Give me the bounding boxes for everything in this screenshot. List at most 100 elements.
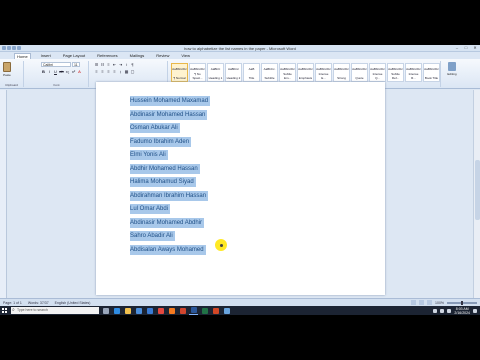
- web-layout-view-button[interactable]: [427, 300, 433, 305]
- document-page[interactable]: Hussein Mohamed Maxamad Abdinasir Mohame…: [96, 82, 385, 295]
- tab-review[interactable]: Review: [154, 53, 171, 58]
- font-name-select[interactable]: Calibri: [41, 62, 71, 67]
- strikethrough-button[interactable]: ab: [59, 69, 64, 74]
- style-sample: AaBbCcDc: [298, 67, 313, 71]
- list-item[interactable]: Abdinasir Mohamed Hassan: [130, 103, 210, 120]
- minimize-button[interactable]: –: [454, 46, 460, 50]
- font-color-button[interactable]: A: [77, 69, 82, 74]
- style-option[interactable]: AaBbCcDc Emphasis: [297, 63, 314, 82]
- bullets-icon[interactable]: ☰: [94, 62, 99, 67]
- tab-insert[interactable]: Insert: [39, 53, 53, 58]
- file-explorer-icon[interactable]: [123, 306, 132, 315]
- italic-button[interactable]: I: [47, 69, 52, 74]
- justify-icon[interactable]: ≡: [112, 69, 117, 74]
- full-screen-view-button[interactable]: [419, 300, 425, 305]
- list-item[interactable]: Halima Mohamud Siyad: [130, 170, 210, 187]
- style-option[interactable]: AaBbCcDc Intense R...: [405, 63, 422, 82]
- photos-icon[interactable]: [222, 306, 231, 315]
- list-item[interactable]: Osman Abukar Ali: [130, 116, 210, 133]
- sort-icon[interactable]: ↕: [124, 62, 129, 67]
- tab-references[interactable]: References: [95, 53, 119, 58]
- zoom-level[interactable]: 100%: [435, 301, 444, 305]
- style-option[interactable]: AaBbCcDc ¶ No Spaci...: [189, 63, 206, 82]
- list-item[interactable]: Elmi Yonis Ali: [130, 143, 210, 160]
- style-option[interactable]: AaBbCcDc Intense Q...: [369, 63, 386, 82]
- list-item[interactable]: Lul Omar Abdi: [130, 197, 210, 214]
- font-size-select[interactable]: 11: [72, 62, 80, 67]
- zoom-slider[interactable]: [447, 300, 477, 305]
- multilevel-list-icon[interactable]: ≡: [106, 62, 111, 67]
- taskbar-search-input[interactable]: Type here to search: [11, 307, 99, 314]
- scroll-thumb[interactable]: [475, 160, 480, 220]
- list-item[interactable]: Sahro Abadir Ali: [130, 224, 210, 241]
- style-option[interactable]: AaBbCcDc Subtle Em...: [279, 63, 296, 82]
- decrease-indent-icon[interactable]: ⇤: [112, 62, 117, 67]
- align-left-icon[interactable]: ≡: [94, 69, 99, 74]
- chrome-icon[interactable]: [156, 306, 165, 315]
- align-center-icon[interactable]: ≡: [100, 69, 105, 74]
- print-layout-view-button[interactable]: [411, 300, 417, 305]
- shading-icon[interactable]: ▦: [124, 69, 129, 74]
- style-option[interactable]: AaBbC Heading 1: [207, 63, 224, 82]
- style-option[interactable]: AaBbCc Heading 2: [225, 63, 242, 82]
- edge-icon[interactable]: [112, 306, 121, 315]
- editing-button[interactable]: Editing: [443, 61, 461, 81]
- tab-view[interactable]: View: [179, 53, 192, 58]
- word-count[interactable]: Words: 37/37: [28, 301, 49, 305]
- paste-button[interactable]: Paste: [2, 61, 12, 79]
- style-name: Subtle Ref...: [391, 72, 400, 80]
- excel-icon[interactable]: [200, 306, 209, 315]
- network-icon[interactable]: [433, 308, 438, 313]
- list-item[interactable]: Abdinasir Mohamed Abdhir: [130, 211, 210, 228]
- style-sample: AaBbCcDc: [316, 67, 331, 71]
- word-icon[interactable]: [189, 306, 198, 315]
- tab-page-layout[interactable]: Page Layout: [61, 53, 87, 58]
- style-option[interactable]: AaB Title: [243, 63, 260, 82]
- list-item[interactable]: Abdhir Mohamed Hassan: [130, 157, 210, 174]
- clock[interactable]: 8:03 AM 2/16/2024: [454, 307, 470, 315]
- vertical-scrollbar[interactable]: [473, 90, 480, 298]
- start-button[interactable]: [0, 306, 9, 315]
- show-marks-icon[interactable]: ¶: [130, 62, 135, 67]
- maximize-button[interactable]: □: [463, 46, 469, 50]
- language-icon[interactable]: [447, 308, 452, 313]
- bold-button[interactable]: B: [41, 69, 46, 74]
- close-button[interactable]: ✕: [472, 46, 478, 50]
- underline-button[interactable]: U: [53, 69, 58, 74]
- volume-icon[interactable]: [440, 308, 445, 313]
- style-option[interactable]: AaBbCcDc Quote: [351, 63, 368, 82]
- subscript-button[interactable]: x₂: [65, 69, 70, 74]
- recorder-icon[interactable]: [178, 306, 187, 315]
- windows-taskbar: Type here to search 8:03 AM 2/16/2024: [0, 306, 480, 315]
- style-option[interactable]: AaBbCc. Subtitle: [261, 63, 278, 82]
- tab-mailings[interactable]: Mailings: [128, 53, 147, 58]
- list-item[interactable]: Fadumo Ibrahim Aden: [130, 130, 210, 147]
- style-option[interactable]: AaBbCcDc Subtle Ref...: [387, 63, 404, 82]
- style-option[interactable]: AaBbCcDc ¶ Normal: [171, 63, 188, 82]
- notifications-icon[interactable]: [473, 308, 477, 313]
- firefox-icon[interactable]: [167, 306, 176, 315]
- style-option[interactable]: AaBbCcDc Strong: [333, 63, 350, 82]
- borders-icon[interactable]: ▢: [130, 69, 135, 74]
- superscript-button[interactable]: x²: [71, 69, 76, 74]
- increase-indent-icon[interactable]: ⇥: [118, 62, 123, 67]
- list-item[interactable]: Abdisalan Aways Mohamed: [130, 238, 210, 255]
- mail-icon[interactable]: [145, 306, 154, 315]
- list-item[interactable]: Hussein Mohamed Maxamad: [130, 89, 211, 106]
- page-count[interactable]: Page: 1 of 1: [3, 301, 22, 305]
- align-right-icon[interactable]: ≡: [106, 69, 111, 74]
- powerpoint-icon[interactable]: [211, 306, 220, 315]
- style-option[interactable]: AaBbCcDc Book Title: [423, 63, 440, 82]
- style-sample: AaBbCcDc: [406, 67, 421, 71]
- task-view-icon[interactable]: [101, 306, 110, 315]
- style-option[interactable]: AaBbCcDc Intense E...: [315, 63, 332, 82]
- language-indicator[interactable]: English (United States): [55, 301, 91, 305]
- font-group-label: Font: [53, 83, 60, 87]
- store-icon[interactable]: [134, 306, 143, 315]
- list-item[interactable]: Abdirahman Ibrahim Hassan: [130, 184, 210, 201]
- numbering-icon[interactable]: ☷: [100, 62, 105, 67]
- tab-home[interactable]: Home: [14, 52, 31, 59]
- style-name: Quote: [355, 76, 364, 80]
- line-spacing-icon[interactable]: ↨: [118, 69, 123, 74]
- style-name: Title: [248, 76, 255, 80]
